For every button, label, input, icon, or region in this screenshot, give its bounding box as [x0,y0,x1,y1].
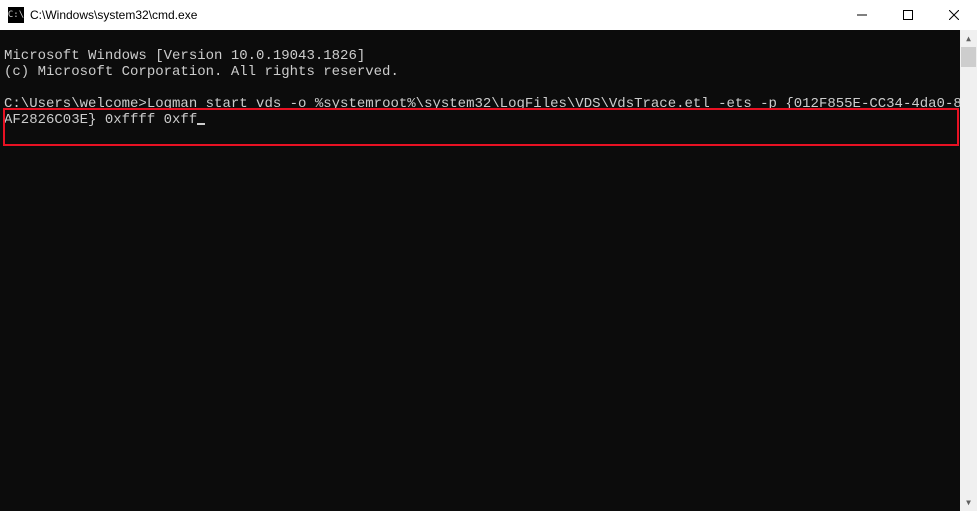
scroll-down-arrow[interactable]: ▼ [960,494,977,511]
minimize-button[interactable] [839,0,885,30]
command-text-1: Logman start vds -o %systemroot%\system3… [147,96,977,112]
cursor [197,123,205,125]
scroll-up-arrow[interactable]: ▲ [960,30,977,47]
command-text-2: AF2826C03E} 0xffff 0xff [4,112,197,128]
prompt: C:\Users\welcome> [4,96,147,112]
window-controls [839,0,977,30]
cmd-icon: C:\ [8,7,24,23]
vertical-scrollbar[interactable]: ▲ ▼ [960,30,977,511]
close-button[interactable] [931,0,977,30]
copyright-line: (c) Microsoft Corporation. All rights re… [4,64,399,80]
window-titlebar: C:\ C:\Windows\system32\cmd.exe [0,0,977,30]
maximize-button[interactable] [885,0,931,30]
command-line-2: AF2826C03E} 0xffff 0xff [4,112,205,128]
scrollbar-thumb[interactable] [961,47,976,67]
command-line-1: C:\Users\welcome>Logman start vds -o %sy… [4,96,977,112]
version-line: Microsoft Windows [Version 10.0.19043.18… [4,48,365,64]
window-title: C:\Windows\system32\cmd.exe [30,8,197,22]
terminal-output[interactable]: Microsoft Windows [Version 10.0.19043.18… [0,30,977,511]
